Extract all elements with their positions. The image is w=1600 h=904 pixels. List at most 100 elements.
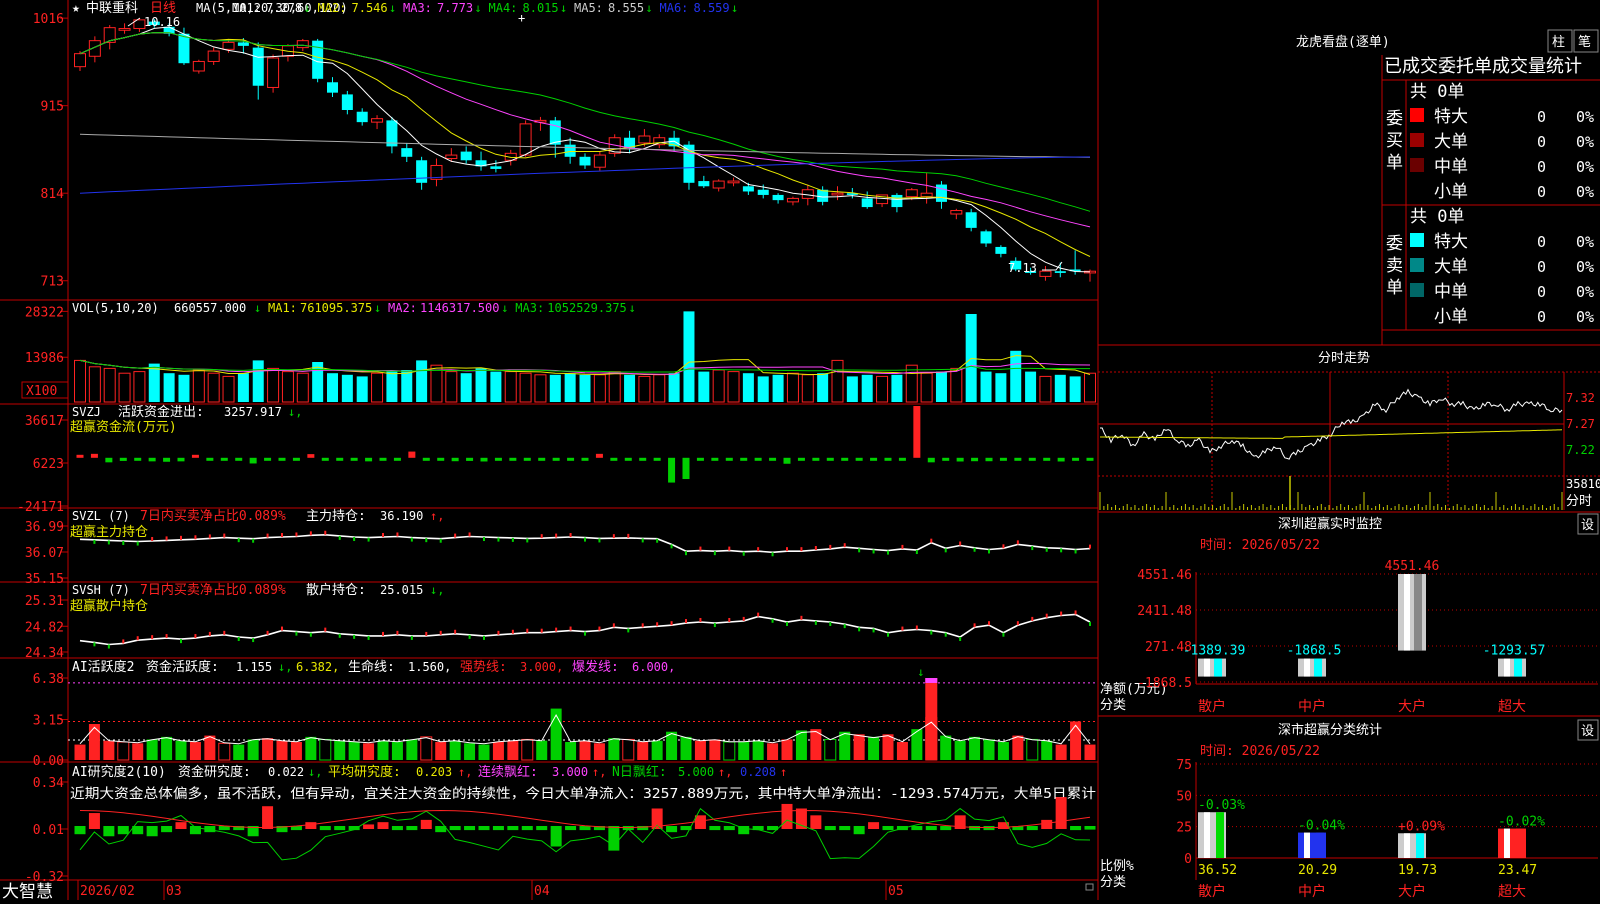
ai-active-label: 资金活跃度: [146,659,219,675]
svzl-red-text: 7日内买卖净占比0.089% [140,508,286,524]
intraday-price-mid: 7.27 [1566,417,1595,431]
sz-monitor-chart[interactable]: 4551.462411.48271.48-1868.5-1389.39散户-18… [1137,559,1598,715]
lock-icon[interactable] [1085,883,1094,891]
fund-flow-bar [177,457,185,462]
ai-research-bars[interactable] [74,797,1096,861]
fund-flow-bar [480,457,488,462]
order-row-pct: 0% [1576,108,1594,126]
intraday-title: 分时走势 [1318,350,1370,366]
ai-active-header: AI活跃度2 资金活跃度: 1.155 ↓, 6.382, 生命线: 1.560… [72,659,675,675]
fund-flow-bar [552,457,560,461]
ma-legend-arrow: ↓ [475,1,482,15]
fund-flow-bar [191,454,199,458]
svsh-title: SVSH (7) [72,583,130,597]
activity-bar [709,739,721,760]
volume-bar [460,373,472,402]
activity-bar [781,739,793,760]
vol-ma-value: 1052529.375 [547,301,626,315]
order-row-name: 大单 [1434,132,1468,152]
activity-bar [348,742,360,760]
svsh-header: SVSH (7) 7日内买卖净占比0.089% 散户持仓: 25.015 ↓, … [70,582,444,614]
research-bar [406,826,418,831]
holding-line [79,613,1091,646]
candle-body [296,40,309,49]
candle-body [237,42,249,46]
vol-ma-value: 761095.375 [300,301,372,315]
order-color-swatch [1410,258,1424,272]
buy-orders-block: 委买单 共 0单特大 0 0% 大单 0 0% 中单 0 0% 小单 0 0% [1386,82,1594,202]
fund-flow-bar [1086,457,1094,461]
strong-line-label: 强势线: [460,659,507,675]
intraday-price-line[interactable] [1099,388,1563,510]
volume-bar [772,374,784,402]
order-color-swatch [1410,133,1424,147]
research-bar [536,826,548,831]
volume-bar [1025,371,1037,402]
fund-flow-bar [148,457,156,462]
cont-red-label: 连续飘红: [478,764,538,780]
order-row-pct: 0% [1576,308,1594,326]
sz-class-chart[interactable]: 75 50 25 0 -0.03% 36.52 散户 -0.04% 20.29 中户 +0.09% 1… [1176,758,1598,900]
period-label[interactable]: 日线 [150,1,176,16]
sz-monitor-bar-shine [1404,574,1410,651]
vol-y-axis: 28322 13986 [25,305,68,366]
order-total: 共 0单 [1410,207,1464,227]
candle-body [579,156,591,166]
star-icon[interactable]: ★ [72,1,80,16]
y-tick-label: 36.07 [25,546,64,561]
volume-bar [817,373,829,402]
candle-body [1054,271,1066,273]
volume-bar [178,374,190,402]
fund-flow-bar [927,457,935,463]
y-tick-label: 13986 [25,351,64,366]
fund-flow-bar [350,457,358,461]
candle-body [638,135,651,144]
order-row-name: 中单 [1434,157,1468,177]
fund-flow-bar [826,457,834,461]
activity-bar [507,740,519,760]
y-tick-label: 814 [41,187,65,202]
y-tick-label: 915 [41,100,64,115]
volume-panel-header: VOL(5,10,20) 660557.000 ↓ MA1: 761095.375… [72,301,636,315]
stock-name[interactable]: 中联重科 [86,0,138,16]
cont-red-arrow: ↑, [592,765,606,779]
volume-bar [252,360,264,402]
order-row-count: 0 [1537,283,1546,301]
ma-legend-label: MA3: [403,1,432,15]
vol-ma-arrow: ↓ [629,301,636,315]
ma-legend-label: MA2: [318,1,347,15]
order-row-name: 大单 [1434,257,1468,277]
fund-flow-bar [76,454,84,458]
svsh-line-chart[interactable] [79,610,1091,649]
side-label-char: 卖 [1386,256,1403,276]
y-tick-label: 36.99 [25,520,64,535]
research-bar [1084,826,1096,830]
sz-class-change-label: -0.04% [1298,819,1345,834]
y-tick-label: 24.82 [25,620,64,635]
ai-research-label: 资金研究度: [178,764,251,780]
svsh-subtitle: 超赢散户持仓 [70,598,148,614]
candle-body [891,194,903,208]
candlestick-chart[interactable] [74,18,1096,282]
candle-body [905,189,918,198]
brand-logo[interactable]: 大智慧 [2,882,53,902]
order-row-count: 0 [1537,133,1546,151]
svzj-value: 3257.917 [224,405,282,419]
activity-bar [117,741,130,761]
volume-bar [371,372,384,403]
activity-bar [420,736,433,761]
candle-body [549,120,561,145]
date-label-1: 2026/02 [80,884,135,899]
candle-body [445,154,458,160]
activity-bar [103,740,115,760]
svzl-line-chart[interactable] [79,530,1091,557]
activity-bar [391,742,403,760]
fund-flow-bar [870,457,878,461]
sz-class-category: 散户 [1198,883,1226,900]
volume-bars[interactable] [74,311,1096,403]
volume-bar [608,371,621,403]
activity-bar [363,743,375,760]
ai-active-bars[interactable]: ↓ [68,665,1098,761]
research-bar [305,822,317,829]
ai-active-value2: 6.382, [296,660,339,674]
